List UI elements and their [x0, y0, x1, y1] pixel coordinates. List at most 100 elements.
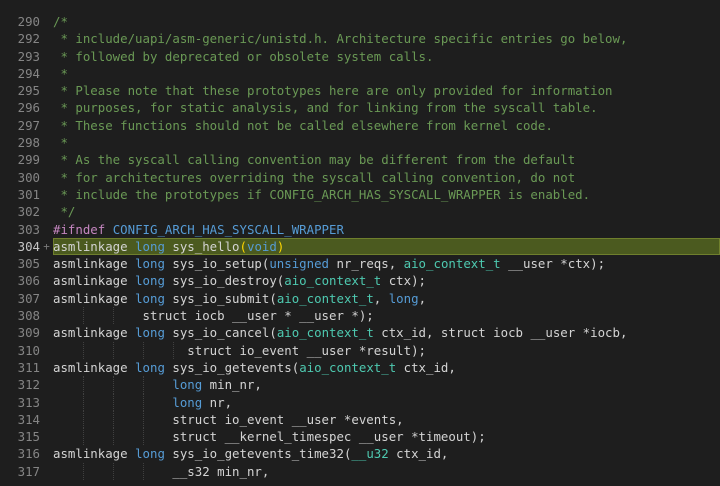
fold-gutter — [40, 65, 53, 82]
fold-gutter — [40, 428, 53, 445]
code-token: asmlinkage — [53, 238, 136, 254]
code-token: long — [135, 359, 165, 375]
fold-gutter — [40, 324, 53, 341]
line-number: 314 — [17, 411, 40, 427]
fold-gutter — [40, 151, 53, 168]
indent-guide — [82, 307, 84, 325]
code-line[interactable]: 307 asmlinkage long sys_io_submit(aio_con… — [0, 290, 720, 307]
indent-guide — [112, 410, 114, 429]
indent-guide — [82, 341, 84, 359]
code-line[interactable]: 294 * — [0, 65, 720, 82]
code-content[interactable]: asmlinkage long sys_hello(void) — [53, 237, 720, 256]
code-content[interactable]: * purposes, for static analysis, and for… — [53, 99, 720, 116]
line-number: 299 — [17, 152, 40, 168]
code-line[interactable]: 290 /* — [0, 13, 720, 30]
fold-gutter — [40, 117, 53, 134]
code-token: , — [373, 290, 389, 306]
fold-marker-icon[interactable]: + — [40, 238, 53, 255]
indent-guide — [142, 462, 144, 481]
code-line[interactable]: 313 long nr, — [0, 393, 720, 411]
code-line[interactable]: 295 * Please note that these prototypes … — [0, 82, 720, 99]
code-content[interactable]: * for architectures overriding the sysca… — [53, 169, 720, 186]
code-token: unsigned — [269, 256, 330, 272]
code-line[interactable]: 296 * purposes, for static analysis, and… — [0, 99, 720, 116]
fold-gutter — [40, 342, 53, 359]
code-token: , — [418, 290, 427, 306]
code-line[interactable]: 312 long min_nr, — [0, 376, 720, 394]
code-content[interactable]: long min_nr, — [53, 376, 720, 393]
code-line[interactable]: 316 asmlinkage long sys_io_getevents_time… — [0, 445, 720, 462]
code-content[interactable]: asmlinkage long sys_io_setup(unsigned nr… — [53, 255, 720, 272]
code-editor[interactable]: 290/* 292 * include/uapi/asm-generic/unis… — [0, 0, 720, 486]
fold-gutter — [40, 411, 53, 428]
code-content[interactable]: * include/uapi/asm-generic/unistd.h. Arc… — [53, 30, 720, 47]
code-line[interactable]: 299 * As the syscall calling convention … — [0, 151, 720, 168]
code-content[interactable]: * — [53, 134, 720, 151]
code-line[interactable]: 311 asmlinkage long sys_io_getevents(aio_… — [0, 359, 720, 376]
fold-gutter — [40, 307, 53, 324]
fold-gutter — [40, 186, 53, 203]
line-number: 294 — [17, 65, 40, 81]
code-line[interactable]: 317 __s32 min_nr, — [0, 462, 720, 481]
code-content[interactable]: * followed by deprecated or obsolete sys… — [53, 48, 720, 65]
code-content[interactable]: struct __kernel_timespec __user *timeout… — [53, 428, 720, 445]
indent-guide — [142, 393, 144, 411]
code-token: asmlinkage — [53, 256, 136, 272]
code-line[interactable]: 303 #ifndef CONFIG_ARCH_HAS_SYSCALL_WRAPP… — [0, 221, 720, 238]
code-line[interactable]: 301 * include the prototypes if CONFIG_A… — [0, 186, 720, 203]
code-token: __user *ctx); — [500, 256, 606, 272]
code-content[interactable]: #ifndef CONFIG_ARCH_HAS_SYSCALL_WRAPPER — [53, 221, 720, 238]
line-number: 301 — [17, 186, 40, 202]
code-token: struct io_event __user *result); — [53, 342, 426, 358]
code-content[interactable]: asmlinkage long sys_io_getevents(aio_con… — [53, 359, 720, 376]
code-token: ( — [239, 238, 247, 254]
code-line[interactable]: 309 asmlinkage long sys_io_cancel(aio_con… — [0, 324, 720, 341]
code-token: long — [135, 238, 165, 254]
code-token: long — [172, 377, 203, 393]
code-line[interactable]: 293 * followed by deprecated or obsolete… — [0, 48, 720, 65]
code-content[interactable]: __s32 min_nr, — [53, 463, 720, 480]
fold-gutter — [40, 99, 53, 116]
code-content[interactable]: * As the syscall calling convention may … — [53, 151, 720, 168]
line-number: 296 — [17, 100, 40, 116]
code-content[interactable]: * Please note that these prototypes here… — [53, 82, 720, 99]
line-number: 306 — [17, 273, 40, 289]
code-token: * purposes, for static analysis, and for… — [53, 100, 598, 116]
indent-guide — [112, 341, 114, 359]
code-content[interactable]: * These functions should not be called e… — [53, 117, 720, 134]
code-content[interactable]: struct iocb __user * __user *); — [53, 307, 720, 324]
fold-gutter — [40, 30, 53, 47]
code-line[interactable]: 300 * for architectures overriding the s… — [0, 169, 720, 186]
code-content[interactable]: */ — [53, 203, 720, 220]
code-content[interactable]: asmlinkage long sys_io_destroy(aio_conte… — [53, 272, 720, 289]
code-line[interactable]: 297 * These functions should not be call… — [0, 117, 720, 134]
code-content[interactable]: * include the prototypes if CONFIG_ARCH_… — [53, 186, 720, 203]
code-content[interactable]: asmlinkage long sys_io_submit(aio_contex… — [53, 290, 720, 307]
indent-guide — [82, 410, 84, 429]
code-token: */ — [53, 204, 76, 220]
code-line[interactable]: 310 struct io_event __user *result); — [0, 341, 720, 359]
code-content[interactable]: * — [53, 65, 720, 82]
code-line[interactable]: 315 struct __kernel_timespec __user *tim… — [0, 428, 720, 446]
code-line[interactable]: 302 */ — [0, 203, 720, 220]
indent-guide — [112, 462, 114, 481]
code-token: * — [53, 135, 68, 151]
code-content[interactable]: asmlinkage long sys_io_getevents_time32(… — [53, 445, 720, 462]
code-content[interactable]: long nr, — [53, 394, 720, 411]
code-token: #ifndef — [53, 221, 106, 237]
code-content[interactable]: struct io_event __user *events, — [53, 411, 720, 428]
indent-guide — [112, 393, 114, 411]
code-line[interactable]: 304 + asmlinkage long sys_hello(void) — [0, 237, 720, 256]
code-token: nr_reqs, — [329, 256, 404, 272]
code-token: __s32 min_nr, — [53, 463, 270, 479]
code-line[interactable]: 308 struct iocb __user * __user *); — [0, 307, 720, 325]
code-line[interactable]: 298 * — [0, 134, 720, 151]
code-token: asmlinkage — [53, 359, 136, 375]
code-line[interactable]: 306 asmlinkage long sys_io_destroy(aio_co… — [0, 272, 720, 289]
code-line[interactable]: 305 asmlinkage long sys_io_setup(unsigned… — [0, 255, 720, 272]
code-content[interactable]: asmlinkage long sys_io_cancel(aio_contex… — [53, 324, 720, 341]
code-line[interactable]: 314 struct io_event __user *events, — [0, 410, 720, 429]
code-content[interactable]: struct io_event __user *result); — [53, 342, 720, 359]
code-line[interactable]: 292 * include/uapi/asm-generic/unistd.h.… — [0, 30, 720, 47]
code-content[interactable]: /* — [53, 13, 720, 30]
